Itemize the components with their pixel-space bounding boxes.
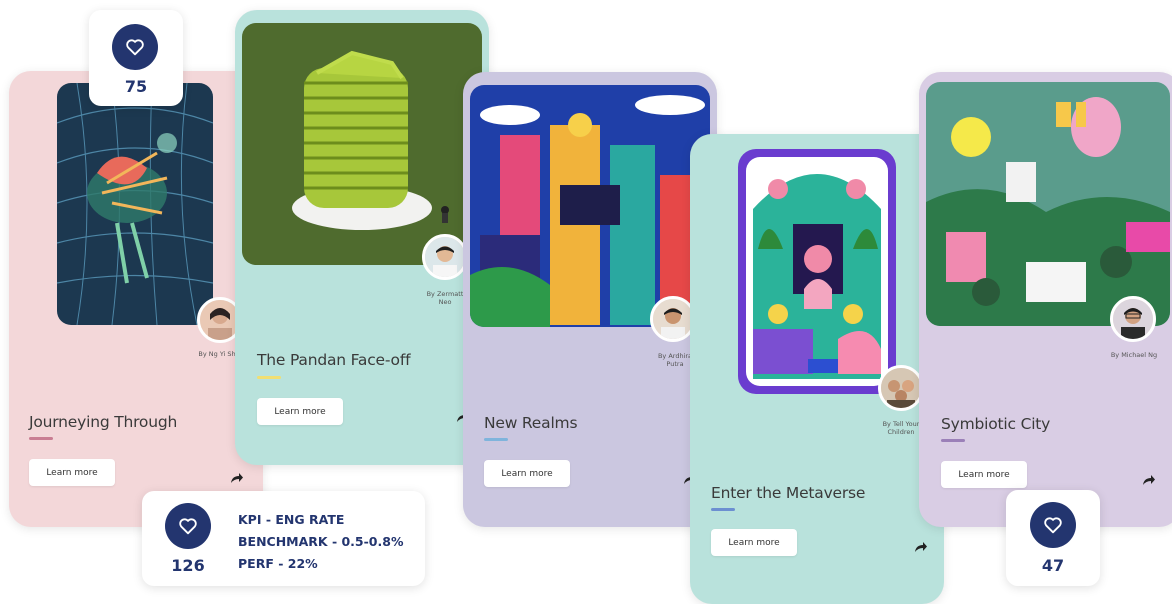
like-count: 126 <box>171 556 205 575</box>
title-underline <box>711 508 735 511</box>
like-count: 47 <box>1041 556 1065 575</box>
artist-avatar <box>422 234 468 280</box>
artist-byline: By Michael Ng <box>1110 351 1158 359</box>
artwork-card-symbiotic-city: By Michael Ng Symbiotic City Learn more <box>919 72 1172 527</box>
heart-icon[interactable] <box>165 503 211 549</box>
title-underline <box>484 438 508 441</box>
artist-avatar <box>878 365 924 411</box>
learn-more-button[interactable]: Learn more <box>711 529 797 556</box>
kpi-performance: PERF - 22% <box>238 556 318 571</box>
artwork-card-enter-the-metaverse: By Tell Your Children Enter the Metavers… <box>690 134 944 604</box>
learn-more-button[interactable]: Learn more <box>257 398 343 425</box>
artwork-image-journeying-through[interactable] <box>57 83 213 325</box>
artwork-image-enter-the-metaverse[interactable] <box>738 149 896 394</box>
kpi-eng-rate: KPI - ENG RATE <box>238 512 345 527</box>
card-title: Symbiotic City <box>941 415 1051 433</box>
title-underline <box>257 376 281 379</box>
learn-more-button[interactable]: Learn more <box>484 460 570 487</box>
share-arrow-icon[interactable] <box>1142 474 1156 486</box>
like-counter-47: 47 <box>1006 490 1100 586</box>
artist-avatar <box>1110 296 1156 342</box>
heart-icon[interactable] <box>112 24 158 70</box>
artwork-card-pandan-face-off: By Zermatt Neo The Pandan Face-off Learn… <box>235 10 489 465</box>
like-counter-126-kpi: 126 KPI - ENG RATE BENCHMARK - 0.5-0.8% … <box>142 491 425 586</box>
card-title: Journeying Through <box>29 413 178 431</box>
title-underline <box>29 437 53 440</box>
artwork-card-journeying-through: By Ng Yi Shian Journeying Through Learn … <box>9 71 263 527</box>
learn-more-button[interactable]: Learn more <box>29 459 115 486</box>
title-underline <box>941 439 965 442</box>
kpi-benchmark: BENCHMARK - 0.5-0.8% <box>238 534 404 549</box>
heart-icon[interactable] <box>1030 502 1076 548</box>
share-arrow-icon[interactable] <box>914 541 928 553</box>
artwork-card-new-realms: By Ardhira Putra New Realms Learn more <box>463 72 717 527</box>
artwork-image-new-realms[interactable] <box>470 85 710 327</box>
artwork-image-pandan-face-off[interactable] <box>242 23 482 265</box>
artwork-image-symbiotic-city[interactable] <box>926 82 1170 326</box>
like-counter-75: 75 <box>89 10 183 106</box>
card-title: The Pandan Face-off <box>257 351 411 369</box>
card-title: Enter the Metaverse <box>711 484 866 502</box>
share-arrow-icon[interactable] <box>230 472 244 484</box>
card-title: New Realms <box>484 414 578 432</box>
like-count: 75 <box>124 77 148 96</box>
learn-more-button[interactable]: Learn more <box>941 461 1027 488</box>
